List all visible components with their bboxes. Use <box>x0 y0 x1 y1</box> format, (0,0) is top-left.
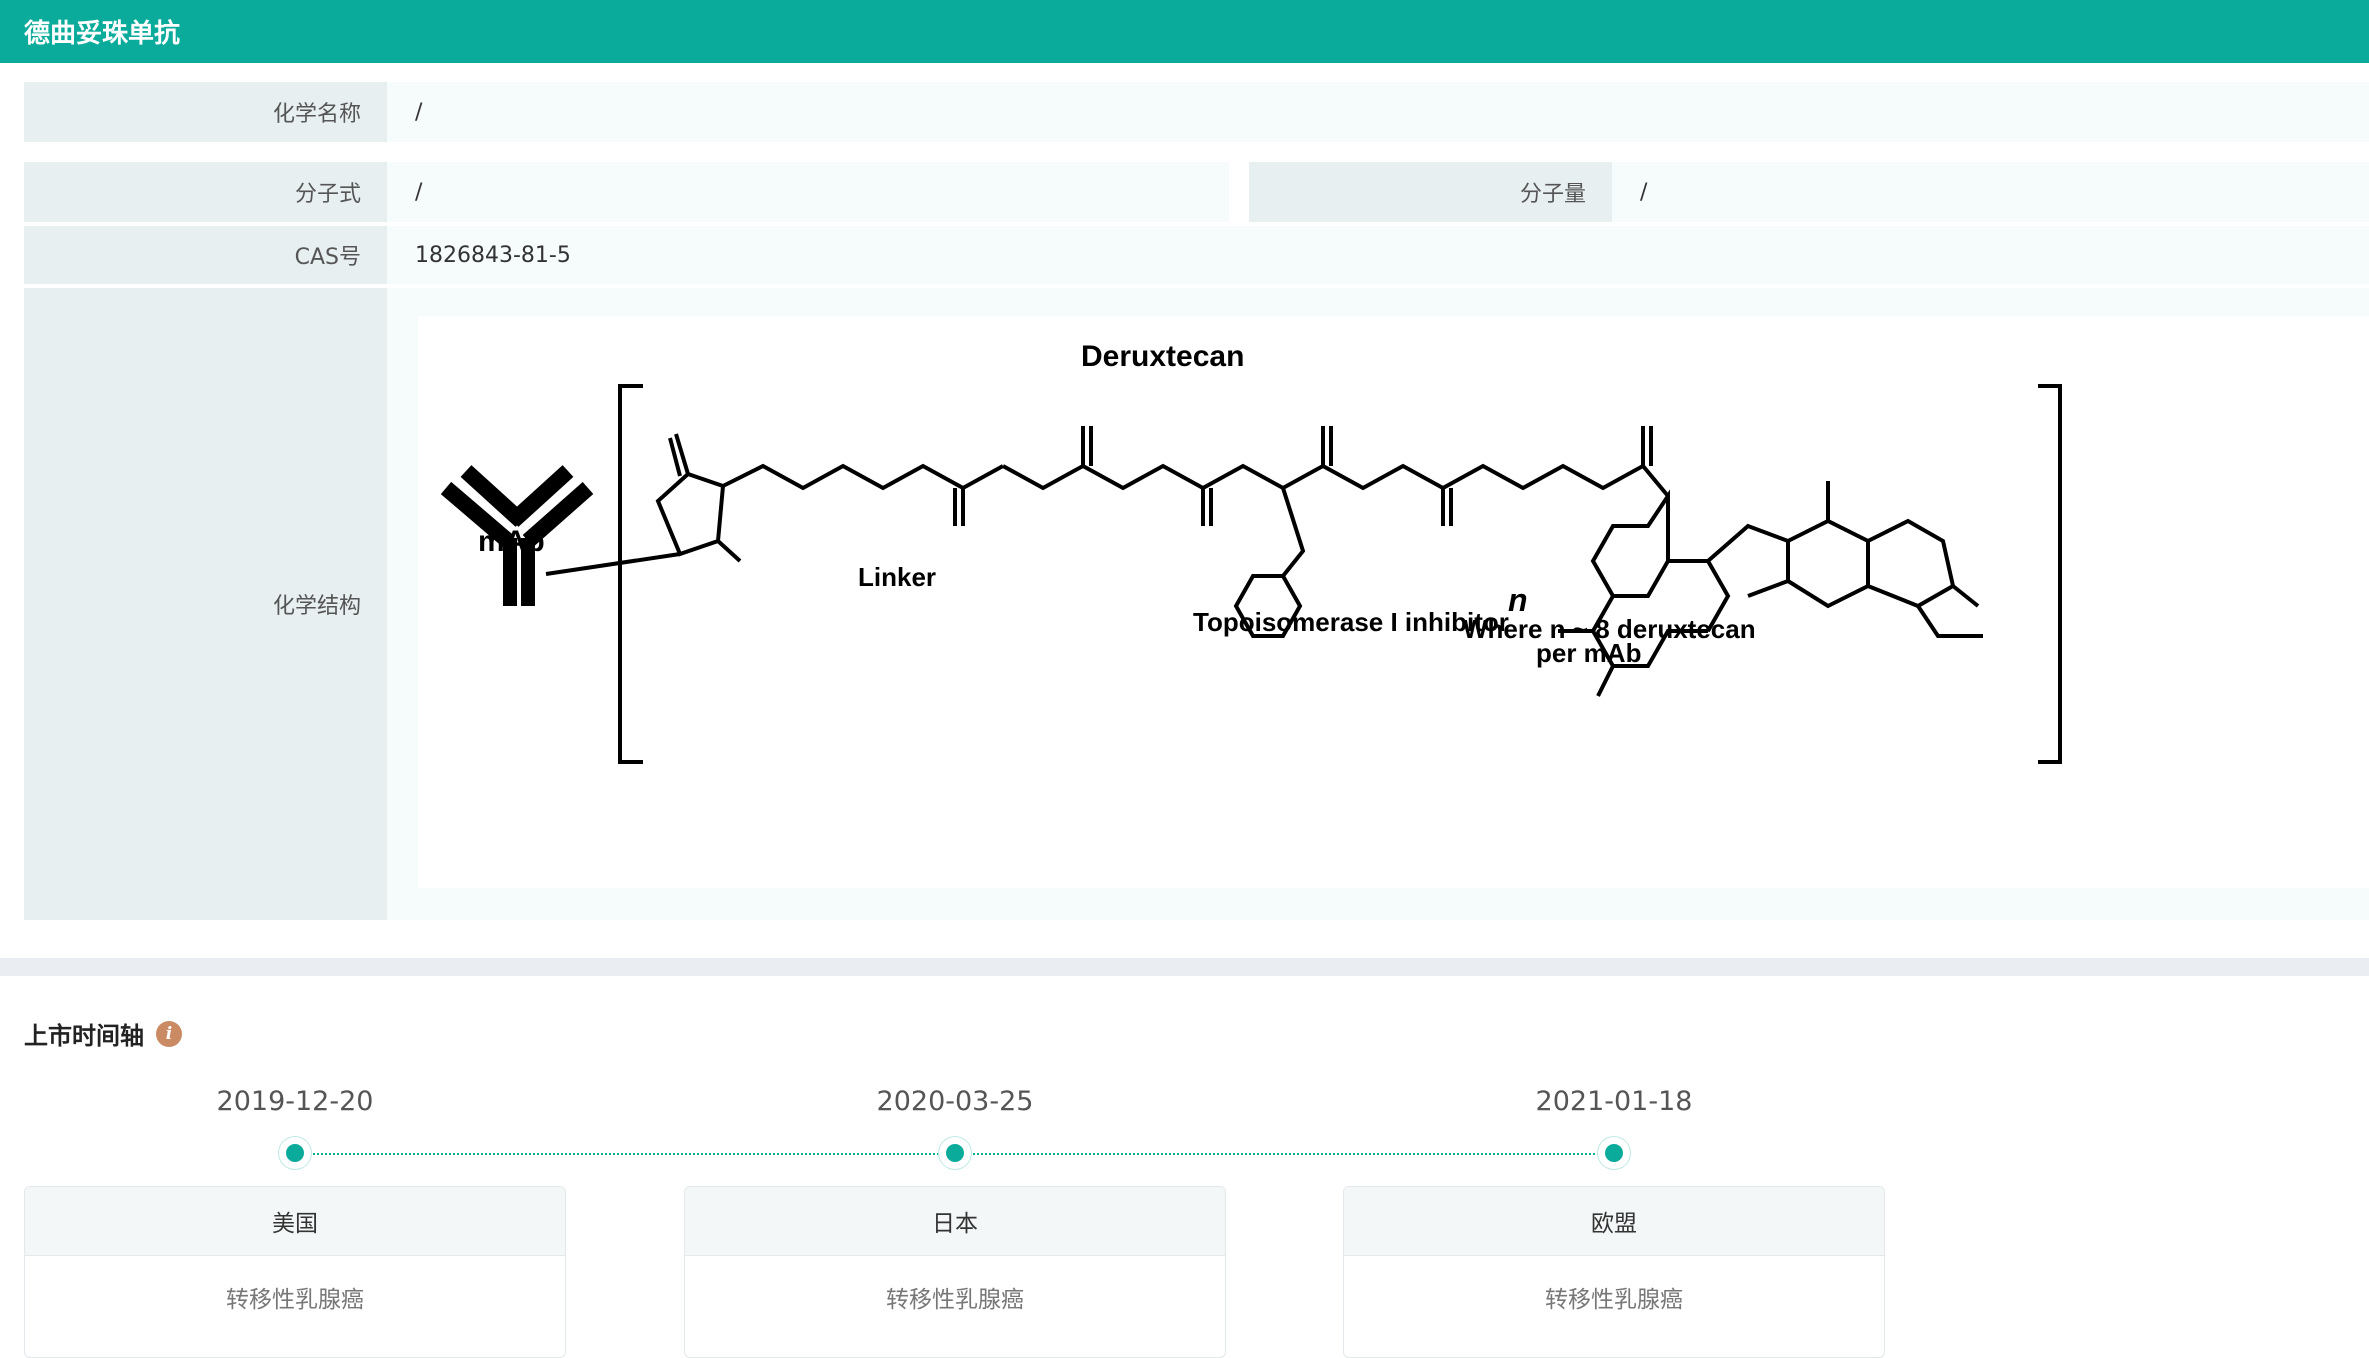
structure-diagram: Deruxtecan mAb Linker Topoisomerase I in… <box>440 340 2062 764</box>
mw-value: / <box>1612 162 2369 222</box>
inhibitor-label: Topoisomerase I inhibitor <box>1193 607 1509 637</box>
section-divider <box>0 958 2369 976</box>
info-icon[interactable]: i <box>156 1020 182 1047</box>
note-line2: per mAb <box>1536 638 1641 668</box>
timeline-dot <box>1598 1137 1630 1169</box>
timeline-country: 日本 <box>685 1187 1225 1256</box>
page-title-bar: 德曲妥珠单抗 <box>0 0 2369 63</box>
formula-value: / <box>387 162 1229 222</box>
timeline-item: 2020-03-25 日本 转移性乳腺癌 <box>684 1082 1226 1358</box>
timeline-card: 欧盟 转移性乳腺癌 <box>1343 1186 1885 1358</box>
cas-row: CAS号 1826843-81-5 <box>24 226 2369 284</box>
mab-label: mAb <box>478 525 545 558</box>
cas-label: CAS号 <box>24 226 387 284</box>
formula-label: 分子式 <box>24 162 387 222</box>
chem-name-label: 化学名称 <box>24 82 387 142</box>
page-title: 德曲妥珠单抗 <box>24 19 181 49</box>
timeline-card: 日本 转移性乳腺癌 <box>684 1186 1226 1358</box>
timeline-indication: 转移性乳腺癌 <box>226 1287 364 1313</box>
mw-label: 分子量 <box>1249 162 1612 222</box>
chem-name-value: / <box>387 82 2369 142</box>
linker-label: Linker <box>858 562 936 592</box>
timeline-date: 2020-03-25 <box>876 1086 1034 1117</box>
cas-value: 1826843-81-5 <box>387 226 2369 284</box>
chemical-structure-image: Deruxtecan mAb Linker Topoisomerase I in… <box>418 316 2369 888</box>
formula-row: 分子式 / 分子量 / <box>24 162 2369 222</box>
n-label: n <box>1508 582 1528 618</box>
timeline-indication: 转移性乳腺癌 <box>886 1287 1024 1313</box>
timeline-country: 美国 <box>25 1187 565 1256</box>
timeline-heading: 上市时间轴 i <box>24 1016 182 1051</box>
timeline-dot <box>939 1137 971 1169</box>
timeline-date: 2021-01-18 <box>1535 1086 1693 1117</box>
timeline-dot <box>279 1137 311 1169</box>
timeline-indication: 转移性乳腺癌 <box>1545 1287 1683 1313</box>
chem-name-row: 化学名称 / <box>24 82 2369 142</box>
structure-title: Deruxtecan <box>1081 340 1244 373</box>
timeline-item: 2019-12-20 美国 转移性乳腺癌 <box>24 1082 566 1358</box>
timeline-date: 2019-12-20 <box>216 1086 374 1117</box>
timeline-country: 欧盟 <box>1344 1187 1884 1256</box>
timeline-title: 上市时间轴 <box>24 1022 144 1050</box>
structure-label: 化学结构 <box>24 288 387 920</box>
timeline-card: 美国 转移性乳腺癌 <box>24 1186 566 1358</box>
timeline-item: 2021-01-18 欧盟 转移性乳腺癌 <box>1343 1082 1885 1358</box>
